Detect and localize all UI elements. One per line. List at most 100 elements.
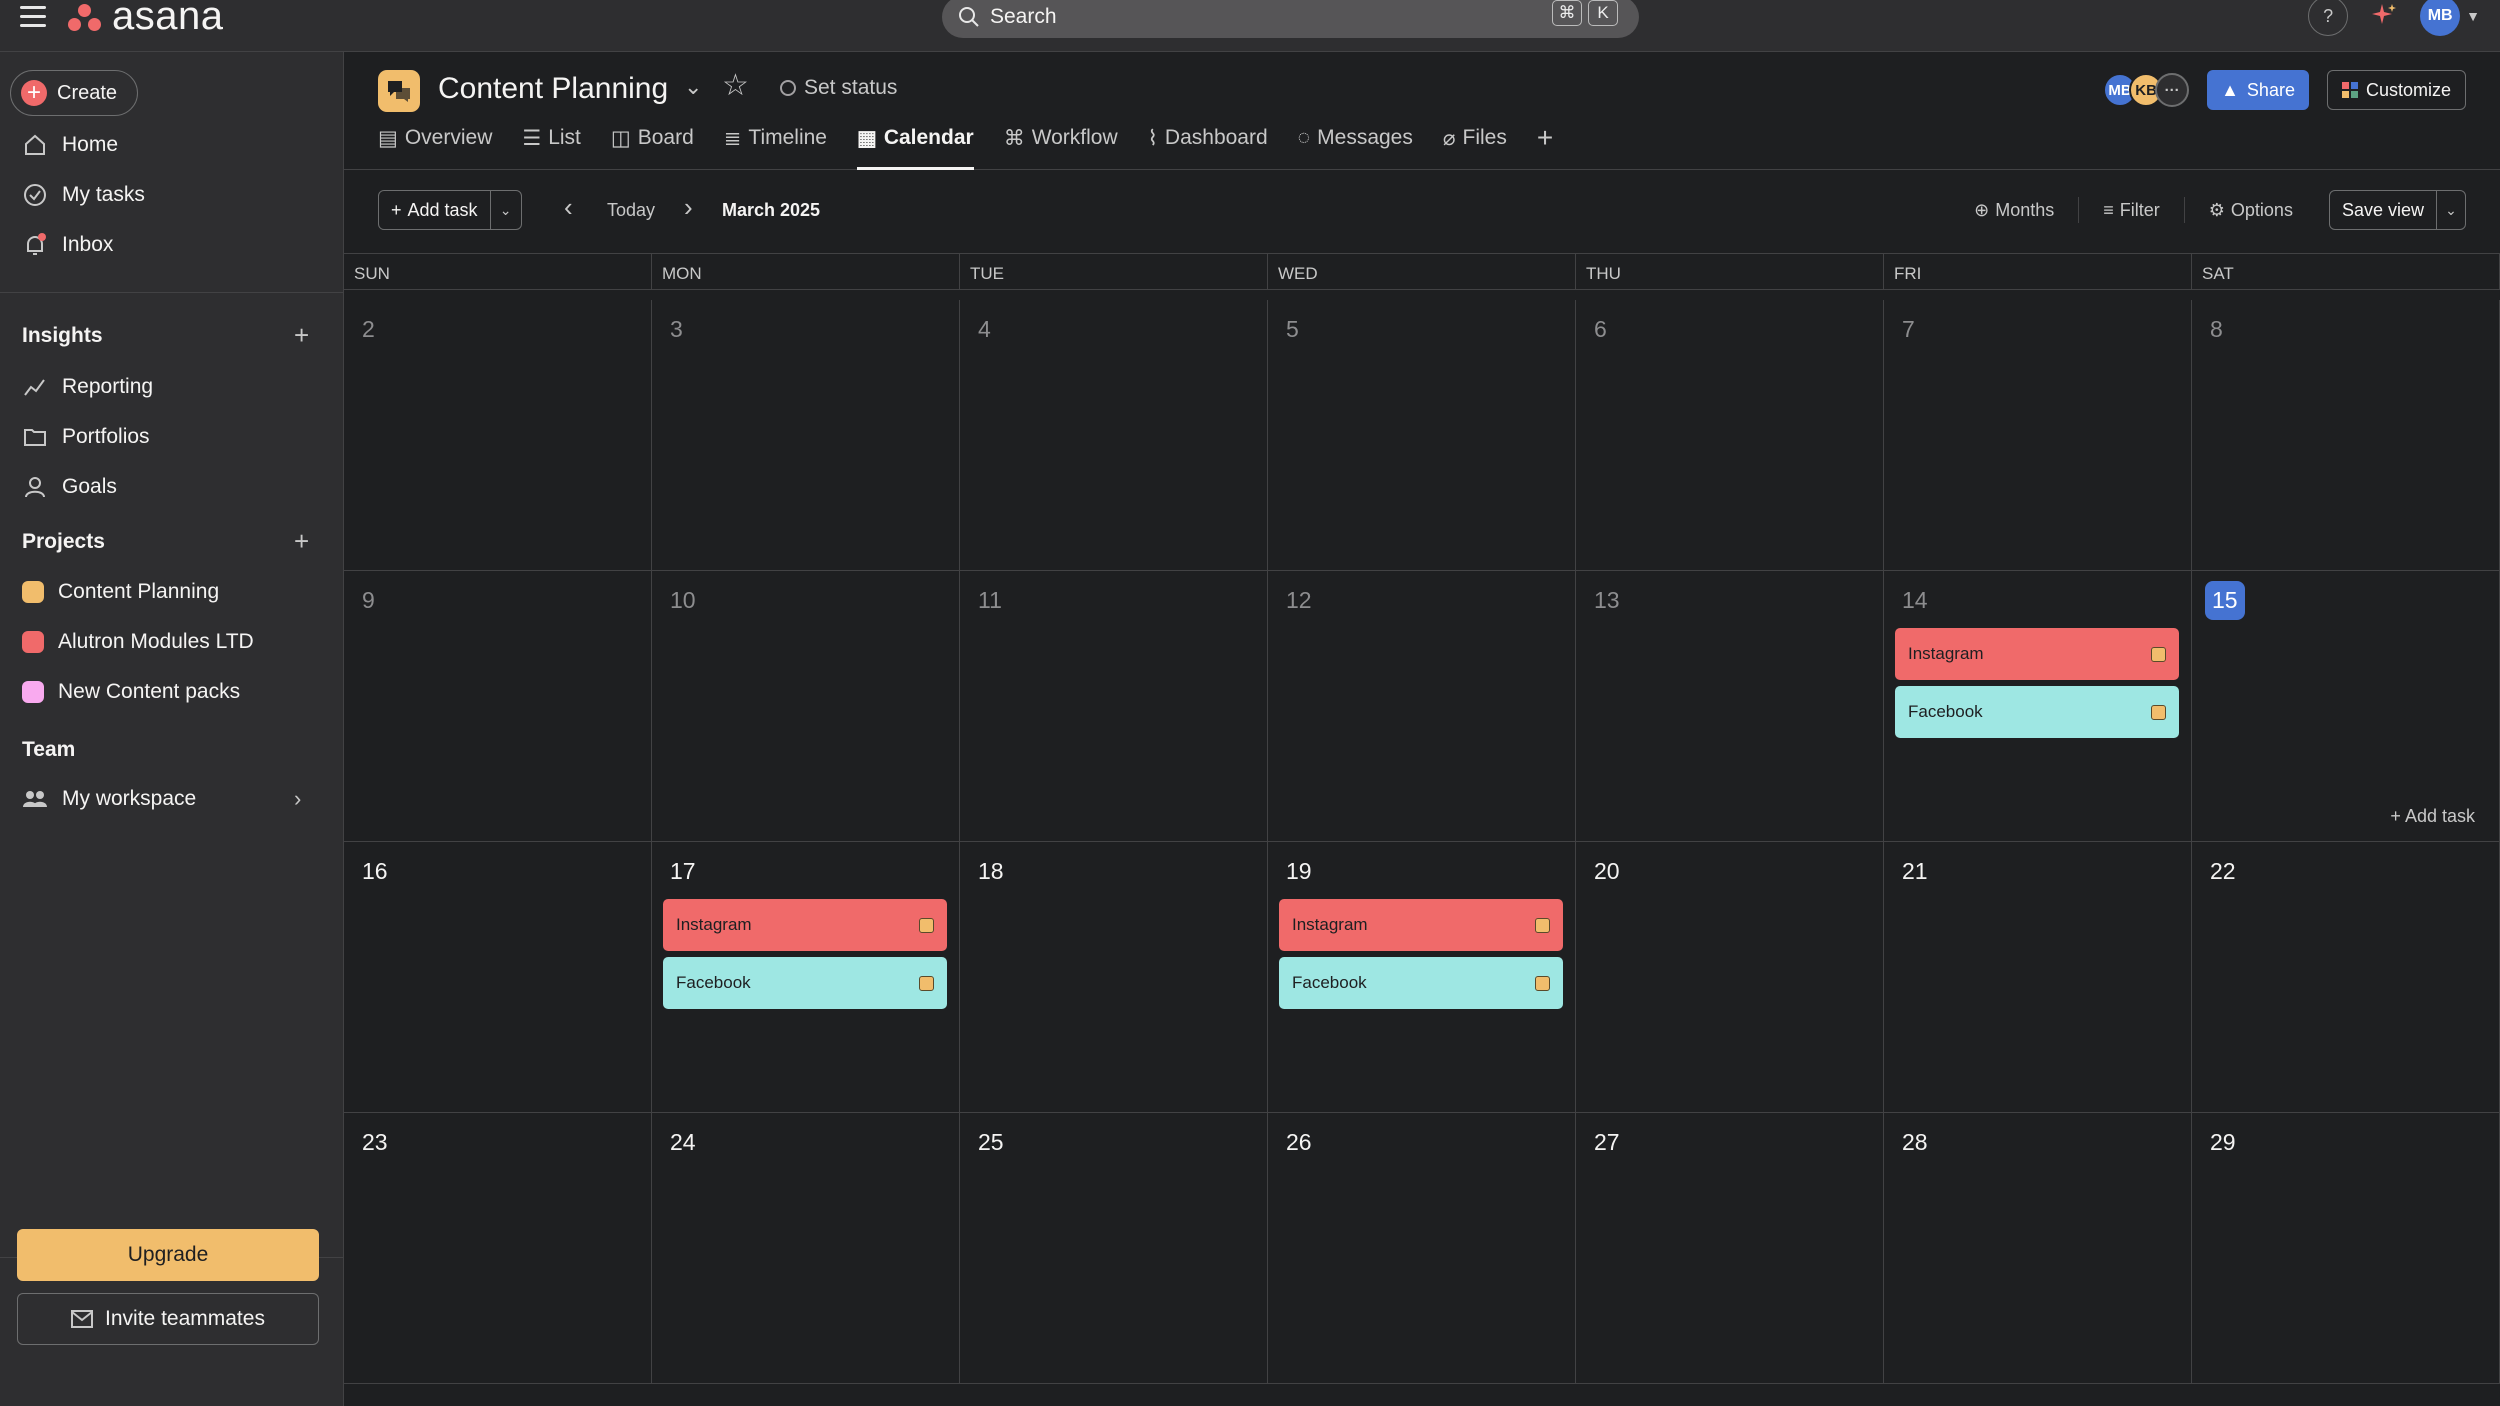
customize-button[interactable]: Customize [2326, 70, 2466, 110]
months-button[interactable]: ⊕ Months [1950, 190, 2078, 230]
calendar-day[interactable]: 7 [1884, 300, 2192, 570]
calendar-day[interactable]: 10 [652, 571, 960, 841]
project-header: Content Planning ⌄ ☆ Set status ▤ Overvie… [344, 52, 2500, 170]
next-month-button[interactable]: › [684, 192, 693, 223]
sidebar-item-my-tasks[interactable]: My tasks [22, 182, 145, 208]
calendar-day[interactable]: 2 [344, 300, 652, 570]
today-button[interactable]: Today [607, 200, 655, 221]
star-icon[interactable]: ☆ [722, 68, 749, 103]
upgrade-button[interactable]: Upgrade [17, 1229, 319, 1281]
sidebar-item-home[interactable]: Home [22, 132, 118, 158]
task-instagram[interactable]: Instagram [663, 899, 947, 951]
add-project-button[interactable]: + [294, 526, 309, 557]
paperclip-icon: ⌀ [1442, 127, 1456, 150]
project-title[interactable]: Content Planning [438, 72, 668, 106]
calendar-day[interactable]: 27 [1576, 1113, 1884, 1383]
save-view-button[interactable]: Save view [2330, 191, 2437, 229]
project-members[interactable]: MB KB ··· [2103, 73, 2190, 107]
invite-teammates-button[interactable]: Invite teammates [17, 1293, 319, 1345]
chevron-down-icon[interactable]: ⌄ [684, 74, 702, 100]
tab-calendar[interactable]: ▦ Calendar [856, 126, 974, 170]
user-menu[interactable]: MB ▼ [2420, 0, 2480, 36]
calendar-day[interactable]: 20 [1576, 842, 1884, 1112]
day-number: 29 [2210, 1129, 2236, 1155]
calendar-day[interactable]: 4 [960, 300, 1268, 570]
calendar-day[interactable]: 21 [1884, 842, 2192, 1112]
calendar-day[interactable]: 3 [652, 300, 960, 570]
calendar-day[interactable]: 13 [1576, 571, 1884, 841]
sidebar-item-project[interactable]: New Content packs [22, 680, 240, 704]
projects-header[interactable]: Projects [22, 530, 105, 554]
calendar-day[interactable]: 25 [960, 1113, 1268, 1383]
tab-workflow[interactable]: ⌘ Workflow [1004, 126, 1118, 170]
calendar-day[interactable]: 28 [1884, 1113, 2192, 1383]
calendar-day[interactable]: 9 [344, 571, 652, 841]
day-add-task-button[interactable]: + Add task [2390, 806, 2475, 827]
sidebar-item-portfolios[interactable]: Portfolios [22, 424, 150, 450]
tab-list[interactable]: ☰ List [522, 126, 581, 170]
sidebar-item-goals[interactable]: Goals [22, 474, 117, 500]
calendar-icon: ▦ [856, 127, 877, 150]
team-header[interactable]: Team [22, 738, 75, 762]
set-status-button[interactable]: Set status [780, 76, 897, 100]
add-task-dropdown[interactable]: ⌄ [491, 191, 521, 229]
calendar-toolbar: + Add task ⌄ ‹ Today › March 2025 ⊕ Months… [344, 170, 2500, 254]
help-button[interactable]: ? [2308, 0, 2349, 36]
calendar-day[interactable]: 29 [2192, 1113, 2500, 1383]
calendar-day[interactable]: 18 [960, 842, 1268, 1112]
calendar-day[interactable]: 11 [960, 571, 1268, 841]
chevron-down-icon: ⌄ [2445, 201, 2457, 218]
sidebar-item-my-workspace[interactable]: My workspace [22, 786, 196, 812]
search-bar[interactable]: Search ⌘ K [942, 0, 1639, 38]
previous-month-button[interactable]: ‹ [564, 192, 573, 223]
calendar-day[interactable]: 24 [652, 1113, 960, 1383]
project-color-swatch [22, 631, 44, 653]
sidebar-item-label: Home [62, 133, 119, 156]
filter-button[interactable]: ≡ Filter [2079, 190, 2184, 230]
tab-files[interactable]: ⌀ Files [1443, 126, 1507, 170]
calendar-day[interactable]: 23 [344, 1113, 652, 1383]
calendar-day[interactable]: 6 [1576, 300, 1884, 570]
calendar-day[interactable]: 8 [2192, 300, 2500, 570]
weekday-label: SUN [344, 254, 652, 289]
add-insight-button[interactable]: + [294, 320, 309, 351]
sidebar-item-inbox[interactable]: Inbox [22, 232, 113, 258]
sidebar-item-reporting[interactable]: Reporting [22, 374, 153, 400]
task-facebook[interactable]: Facebook [1895, 686, 2179, 738]
chevron-right-icon[interactable]: › [294, 786, 301, 812]
sidebar-item-project[interactable]: Alutron Modules LTD [22, 630, 254, 654]
calendar-day[interactable]: 17 Instagram Facebook [652, 842, 960, 1112]
share-button[interactable]: ▲ Share [2207, 70, 2309, 110]
project-icon[interactable] [378, 70, 420, 112]
calendar-day[interactable]: 19 Instagram Facebook [1268, 842, 1576, 1112]
options-button[interactable]: ⚙ Options [2185, 190, 2317, 230]
tab-messages[interactable]: ◌ Messages [1298, 126, 1413, 170]
calendar-day[interactable]: 22 [2192, 842, 2500, 1112]
add-tab-button[interactable]: + [1537, 124, 1553, 170]
task-instagram[interactable]: Instagram [1895, 628, 2179, 680]
task-instagram[interactable]: Instagram [1279, 899, 1563, 951]
save-view-dropdown[interactable]: ⌄ [2437, 191, 2465, 229]
task-facebook[interactable]: Facebook [1279, 957, 1563, 1009]
calendar-day[interactable]: 5 [1268, 300, 1576, 570]
tab-dashboard[interactable]: ⌇ Dashboard [1148, 126, 1268, 170]
day-number: 12 [1286, 587, 1312, 613]
add-task-button[interactable]: + Add task [379, 191, 491, 229]
calendar-day[interactable]: 12 [1268, 571, 1576, 841]
calendar-day[interactable]: 26 [1268, 1113, 1576, 1383]
menu-icon[interactable] [20, 6, 46, 28]
lock-person-icon: ▲ [2221, 79, 2239, 100]
calendar-day[interactable]: 14 Instagram Facebook [1884, 571, 2192, 841]
tab-board[interactable]: ◫ Board [611, 126, 694, 170]
sidebar-item-project[interactable]: Content Planning [22, 580, 219, 604]
task-facebook[interactable]: Facebook [663, 957, 947, 1009]
tab-timeline[interactable]: ≣ Timeline [724, 126, 827, 170]
insights-header[interactable]: Insights [22, 324, 103, 348]
tab-label: Messages [1317, 126, 1413, 149]
create-button[interactable]: + Create [10, 70, 138, 116]
asana-logo[interactable]: asana [68, 0, 223, 39]
tab-overview[interactable]: ▤ Overview [378, 126, 492, 170]
calendar-day[interactable]: 16 [344, 842, 652, 1112]
calendar-day-today[interactable]: 15 + Add task [2192, 571, 2500, 841]
ai-sparkle-icon[interactable] [2370, 2, 2398, 30]
